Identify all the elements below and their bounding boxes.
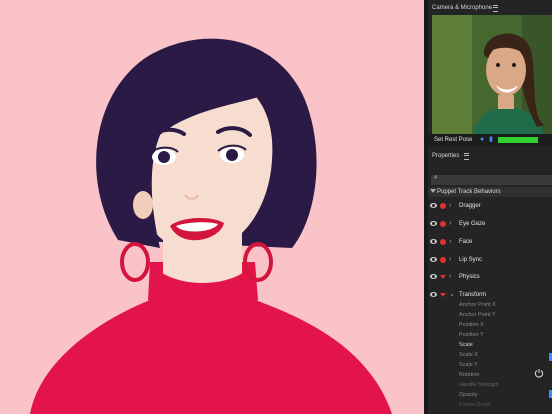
microphone-icon[interactable]: ▮ <box>489 136 493 144</box>
camera-panel-menu-icon[interactable] <box>493 5 498 12</box>
behavior-row-physics[interactable]: › Physics <box>428 271 552 283</box>
property-follow-depth[interactable]: Follow Depth <box>459 400 549 410</box>
visibility-eye-icon[interactable] <box>430 239 437 244</box>
record-triangle-icon[interactable] <box>440 293 446 297</box>
property-handle-strength[interactable]: Handle Strength <box>459 380 549 390</box>
record-dot-icon[interactable] <box>440 221 446 227</box>
behavior-label: Eye Gaze <box>459 221 486 227</box>
group-label: Puppet Track Behaviors <box>437 189 501 195</box>
puppet-stage <box>0 0 424 414</box>
record-dot-icon[interactable] <box>440 257 446 263</box>
visibility-eye-icon[interactable] <box>430 292 437 297</box>
chevron-right-icon[interactable]: › <box>449 218 451 230</box>
chevron-right-icon[interactable]: › <box>449 236 451 248</box>
camera-preview <box>432 15 552 135</box>
puppet-track-behaviors-header[interactable]: Puppet Track Behaviors <box>428 187 552 197</box>
visibility-eye-icon[interactable] <box>430 257 437 262</box>
behavior-row-face[interactable]: › Face <box>428 236 552 248</box>
property-scale[interactable]: Scale <box>459 340 549 350</box>
property-position-y[interactable]: Position Y <box>459 330 549 340</box>
chevron-down-icon[interactable]: ⌄ <box>449 289 455 301</box>
camera-status-bar: Set Rest Pose ● ▮ <box>428 134 552 146</box>
right-panel: Camera & Microphone Set Rest Pose ● ▮ Pr… <box>428 0 552 414</box>
properties-search-field[interactable]: ⌕ <box>431 174 552 185</box>
property-anchor-point-y[interactable]: Anchor Point Y <box>459 310 549 320</box>
search-icon: ⌕ <box>434 174 438 181</box>
property-scale-x[interactable]: Scale X <box>459 350 549 360</box>
visibility-eye-icon[interactable] <box>430 274 437 279</box>
camera-feed-image <box>432 15 552 135</box>
chevron-right-icon[interactable]: › <box>449 200 451 212</box>
puppet-illustration <box>30 38 392 414</box>
record-triangle-icon[interactable] <box>440 275 446 279</box>
collapse-arrow-icon[interactable] <box>430 189 436 193</box>
chevron-right-icon[interactable]: › <box>449 271 451 283</box>
property-opacity[interactable]: Opacity <box>459 390 549 400</box>
visibility-eye-icon[interactable] <box>430 203 437 208</box>
properties-panel-menu-icon[interactable] <box>464 153 469 160</box>
property-anchor-point-x[interactable]: Anchor Point X <box>459 300 549 310</box>
puppet-right-pupil <box>226 149 238 161</box>
behavior-label: Dragger <box>459 203 481 209</box>
properties-panel-title: Properties <box>432 153 460 159</box>
behavior-label: Face <box>459 239 473 245</box>
property-position-x[interactable]: Position X <box>459 320 549 330</box>
puppet-left-earring <box>120 242 150 282</box>
chevron-right-icon[interactable]: › <box>449 254 451 266</box>
power-icon[interactable] <box>534 368 544 378</box>
behavior-row-eye-gaze[interactable]: › Eye Gaze <box>428 218 552 230</box>
microphone-level-meter <box>498 137 538 143</box>
behavior-label: Lip Sync <box>459 257 483 263</box>
behavior-label: Physics <box>459 274 480 280</box>
visibility-eye-icon[interactable] <box>430 221 437 226</box>
set-rest-pose-button[interactable]: Set Rest Pose <box>434 134 472 146</box>
camera-panel-title: Camera & Microphone <box>432 5 493 11</box>
record-dot-icon[interactable] <box>440 239 446 245</box>
behavior-row-dragger[interactable]: › Dragger <box>428 200 552 212</box>
puppet-ear <box>133 191 153 219</box>
camera-toggle-icon[interactable]: ● <box>480 136 484 144</box>
record-dot-icon[interactable] <box>440 203 446 209</box>
behavior-row-lip-sync[interactable]: › Lip Sync <box>428 254 552 266</box>
puppet-left-pupil <box>158 151 170 163</box>
